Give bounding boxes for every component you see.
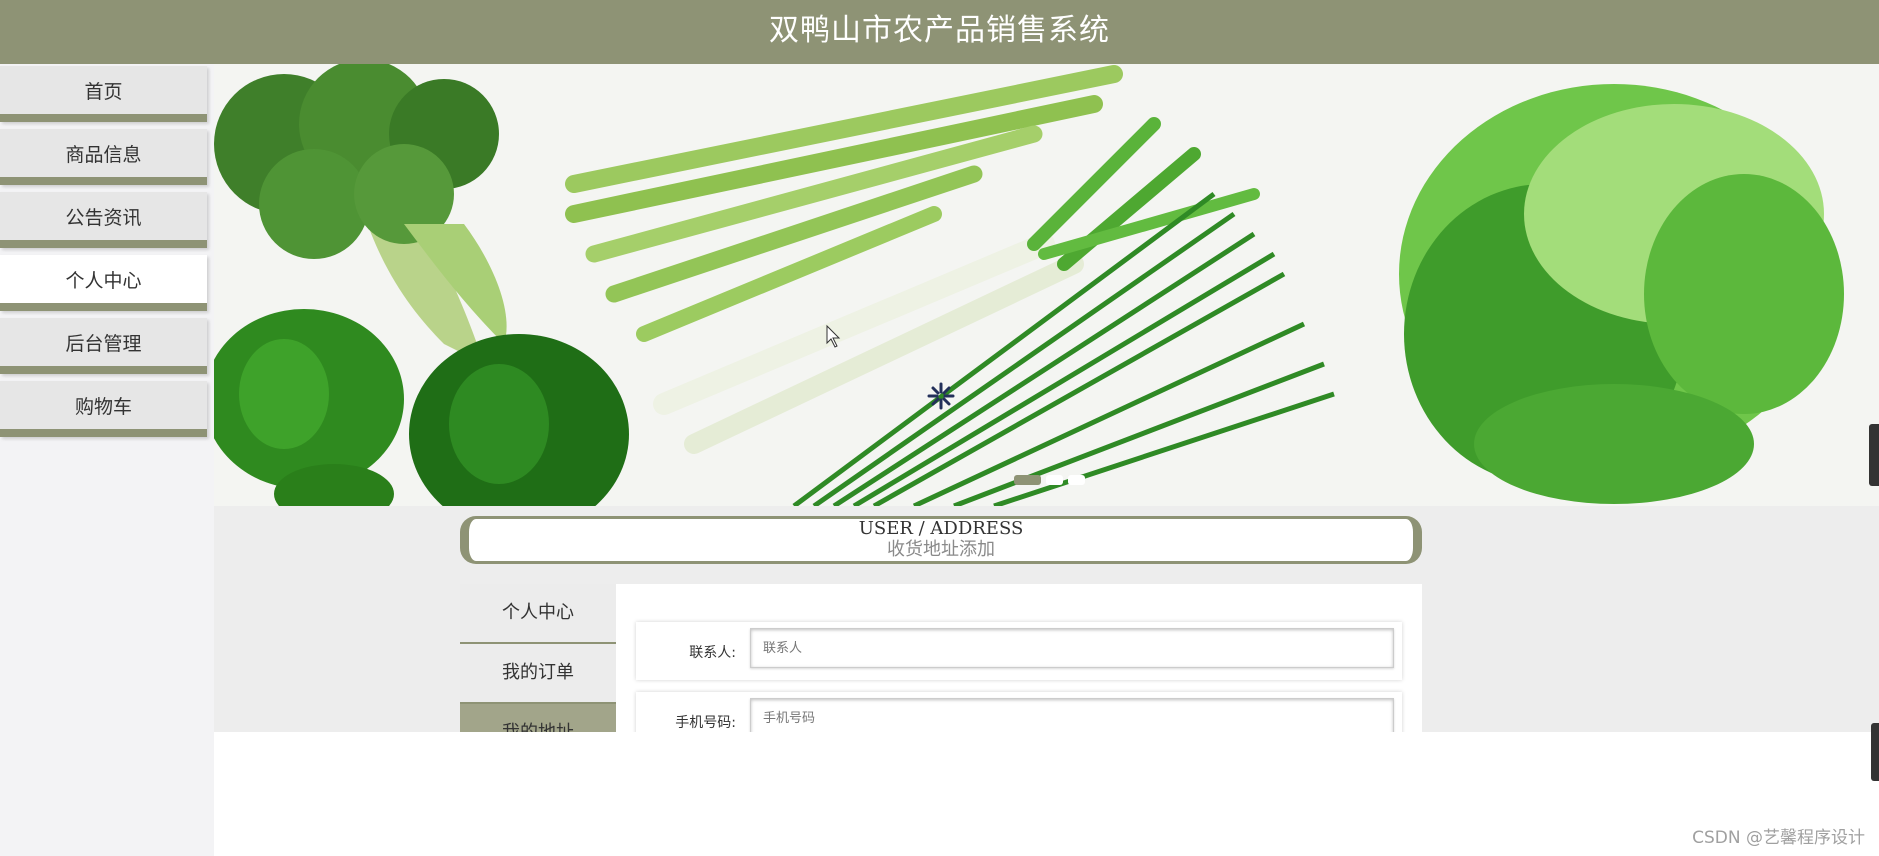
- phone-label: 手机号码:: [675, 715, 736, 731]
- banner-vegetables-image: [214, 64, 1879, 506]
- tab-personal-center[interactable]: 个人中心: [460, 584, 616, 644]
- banner-carousel[interactable]: [214, 64, 1879, 506]
- tab-my-address[interactable]: 我的地址: [460, 704, 616, 732]
- contact-label: 联系人:: [689, 645, 736, 661]
- sidebar-item-home[interactable]: 首页: [0, 66, 207, 122]
- tab-my-orders[interactable]: 我的订单: [460, 644, 616, 704]
- section-title-cn: 收货地址添加: [887, 539, 995, 560]
- user-center-tabs: 个人中心 我的订单 我的地址: [460, 584, 616, 732]
- sidebar-item-personal-center[interactable]: 个人中心: [0, 255, 207, 311]
- sidebar-item-cart[interactable]: 购物车: [0, 381, 207, 437]
- side-scroll-handle[interactable]: [1869, 424, 1879, 486]
- form-row-phone: 手机号码:: [636, 692, 1402, 732]
- sidebar-item-products[interactable]: 商品信息: [0, 129, 207, 185]
- carousel-dot-3[interactable]: [1068, 475, 1085, 485]
- carousel-dot-2[interactable]: [1046, 475, 1063, 485]
- section-title-box: USER / ADDRESS 收货地址添加: [460, 516, 1422, 564]
- user-center-panel: 个人中心 我的订单 我的地址 联系人: 手机号码:: [460, 584, 1422, 732]
- sidebar-item-news[interactable]: 公告资讯: [0, 192, 207, 248]
- site-header: 双鸭山市农产品销售系统: [0, 0, 1879, 64]
- watermark-text: CSDN @艺馨程序设计: [1692, 828, 1865, 848]
- phone-input[interactable]: [750, 698, 1394, 732]
- page-footer-area: [214, 732, 1879, 856]
- contact-input[interactable]: [750, 628, 1394, 668]
- site-title: 双鸭山市农产品销售系统: [769, 13, 1110, 48]
- section-title-en: USER / ADDRESS: [858, 518, 1024, 539]
- carousel-indicators: [1014, 475, 1085, 485]
- sidebar-nav: 首页 商品信息 公告资讯 个人中心 后台管理 购物车: [0, 64, 214, 856]
- side-scroll-handle-2[interactable]: [1871, 723, 1879, 781]
- carousel-dot-1[interactable]: [1014, 475, 1041, 485]
- form-row-contact: 联系人:: [636, 622, 1402, 680]
- sidebar-item-admin[interactable]: 后台管理: [0, 318, 207, 374]
